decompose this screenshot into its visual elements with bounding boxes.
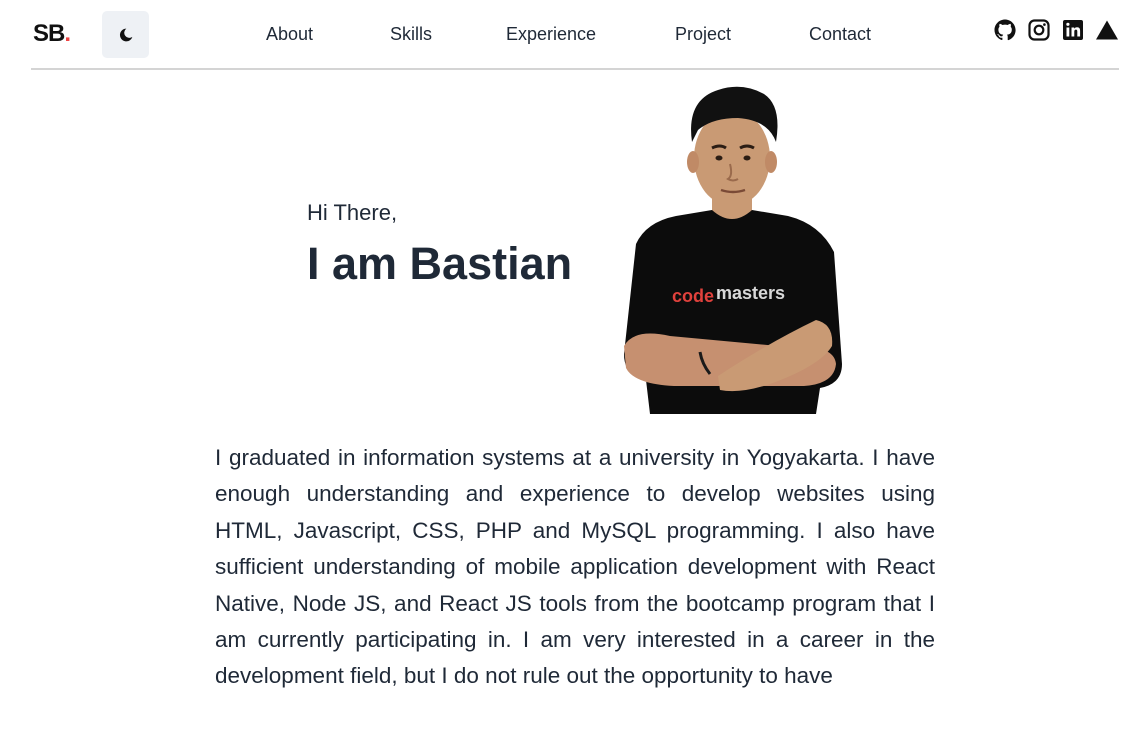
theme-toggle-button[interactable]: [102, 11, 149, 58]
logo-dot: .: [64, 20, 71, 47]
github-icon: [994, 19, 1016, 41]
vercel-link[interactable]: [1095, 18, 1119, 42]
navbar: SB. About Skills Experience Project Cont…: [31, 0, 1119, 70]
hero-name: I am Bastian: [307, 238, 573, 289]
shirt-print-masters: masters: [716, 283, 785, 303]
instagram-icon: [1028, 19, 1050, 41]
nav-link-skills[interactable]: Skills: [390, 24, 432, 45]
vercel-icon: [1096, 20, 1118, 40]
linkedin-icon: [1063, 20, 1083, 40]
nav-link-contact[interactable]: Contact: [809, 24, 871, 45]
profile-photo: code masters: [624, 86, 842, 414]
hero-greeting: Hi There,: [307, 200, 398, 225]
github-link[interactable]: [993, 18, 1017, 42]
linkedin-link[interactable]: [1061, 18, 1085, 42]
social-links: [993, 18, 1119, 42]
logo-text: SB: [33, 20, 65, 47]
shirt-print-code: code: [672, 286, 714, 306]
nav-link-experience[interactable]: Experience: [506, 24, 596, 45]
nav-link-about[interactable]: About: [266, 24, 313, 45]
moon-icon: [119, 28, 132, 41]
about-bio: I graduated in information systems at a …: [215, 445, 935, 689]
instagram-link[interactable]: [1027, 18, 1051, 42]
site-logo[interactable]: SB.: [33, 20, 71, 48]
nav-link-project[interactable]: Project: [675, 24, 731, 45]
